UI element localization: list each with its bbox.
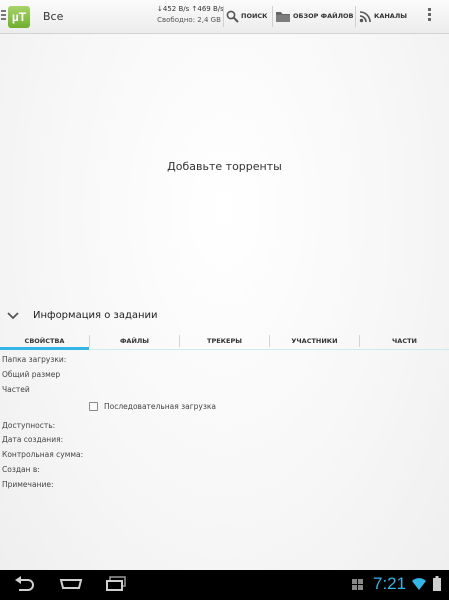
menu-lines-icon[interactable] — [1, 10, 6, 22]
created-date-label: Дата создания: — [2, 435, 64, 444]
rss-icon — [359, 10, 371, 22]
empty-list-message: Добавьте торренты — [167, 160, 282, 173]
tab-peers[interactable]: УЧАСТНИКИ — [270, 332, 359, 350]
active-tab-indicator — [0, 347, 89, 350]
download-speed: ↓452 B/s — [157, 5, 190, 13]
app-logo-icon[interactable]: µT — [8, 6, 30, 28]
created-by-label: Создан в: — [2, 465, 40, 474]
view-title[interactable]: Все — [43, 10, 63, 23]
home-icon[interactable] — [58, 578, 84, 590]
recent-apps-icon[interactable] — [105, 576, 127, 592]
browse-files-button[interactable]: ОБЗОР ФАЙЛОВ — [275, 6, 353, 26]
feeds-button[interactable]: КАНАЛЫ — [359, 6, 407, 26]
overflow-icon[interactable] — [426, 8, 432, 24]
search-button[interactable]: ПОИСК — [226, 6, 268, 26]
upload-speed: ↑469 B/s — [191, 5, 224, 13]
browse-files-label: ОБЗОР ФАЙЛОВ — [293, 12, 354, 20]
action-bar: µT Все ↓452 B/s ↑469 B/s Свободно: 2,4 G… — [0, 0, 449, 34]
tab-pieces[interactable]: ЧАСТИ — [360, 332, 449, 350]
details-tabs: СВОЙСТВА ФАЙЛЫ ТРЕКЕРЫ УЧАСТНИКИ ЧАСТИ — [0, 332, 449, 350]
details-panel-title: Информация о задании — [33, 310, 158, 321]
status-clock: 7:21 — [373, 574, 407, 593]
feeds-label: КАНАЛЫ — [374, 12, 407, 20]
sequential-download-checkbox[interactable] — [89, 402, 98, 411]
system-nav-bar: 7:21 — [0, 570, 449, 600]
download-folder-label: Папка загрузки: — [2, 355, 67, 364]
availability-label: Доступность: — [2, 421, 56, 430]
search-icon — [226, 10, 239, 23]
tab-files[interactable]: ФАЙЛЫ — [90, 332, 179, 350]
divider — [272, 6, 273, 27]
pieces-label: Частей — [2, 385, 30, 394]
tab-trackers[interactable]: ТРЕКЕРЫ — [180, 332, 269, 350]
app-notification-icon[interactable] — [352, 579, 363, 590]
search-label: ПОИСК — [241, 12, 268, 20]
chevron-down-icon[interactable] — [7, 312, 19, 320]
total-size-label: Общий размер — [2, 370, 61, 379]
sequential-download-label: Последовательная загрузка — [104, 402, 216, 411]
folder-icon — [276, 11, 290, 22]
free-space: Свободно: 2,4 GB — [157, 16, 221, 24]
app-window: µT Все ↓452 B/s ↑469 B/s Свободно: 2,4 G… — [0, 0, 449, 600]
speed-status: ↓452 B/s ↑469 B/s Свободно: 2,4 GB — [157, 5, 224, 24]
wifi-icon — [412, 578, 426, 590]
battery-icon — [433, 576, 441, 591]
divider — [223, 6, 224, 27]
comment-label: Примечание: — [2, 480, 54, 489]
sequential-download-option[interactable]: Последовательная загрузка — [89, 402, 216, 411]
checksum-label: Контрольная сумма: — [2, 450, 84, 459]
back-icon[interactable] — [14, 576, 36, 592]
details-panel-header[interactable]: Информация о задании — [0, 306, 449, 328]
divider — [355, 6, 356, 27]
